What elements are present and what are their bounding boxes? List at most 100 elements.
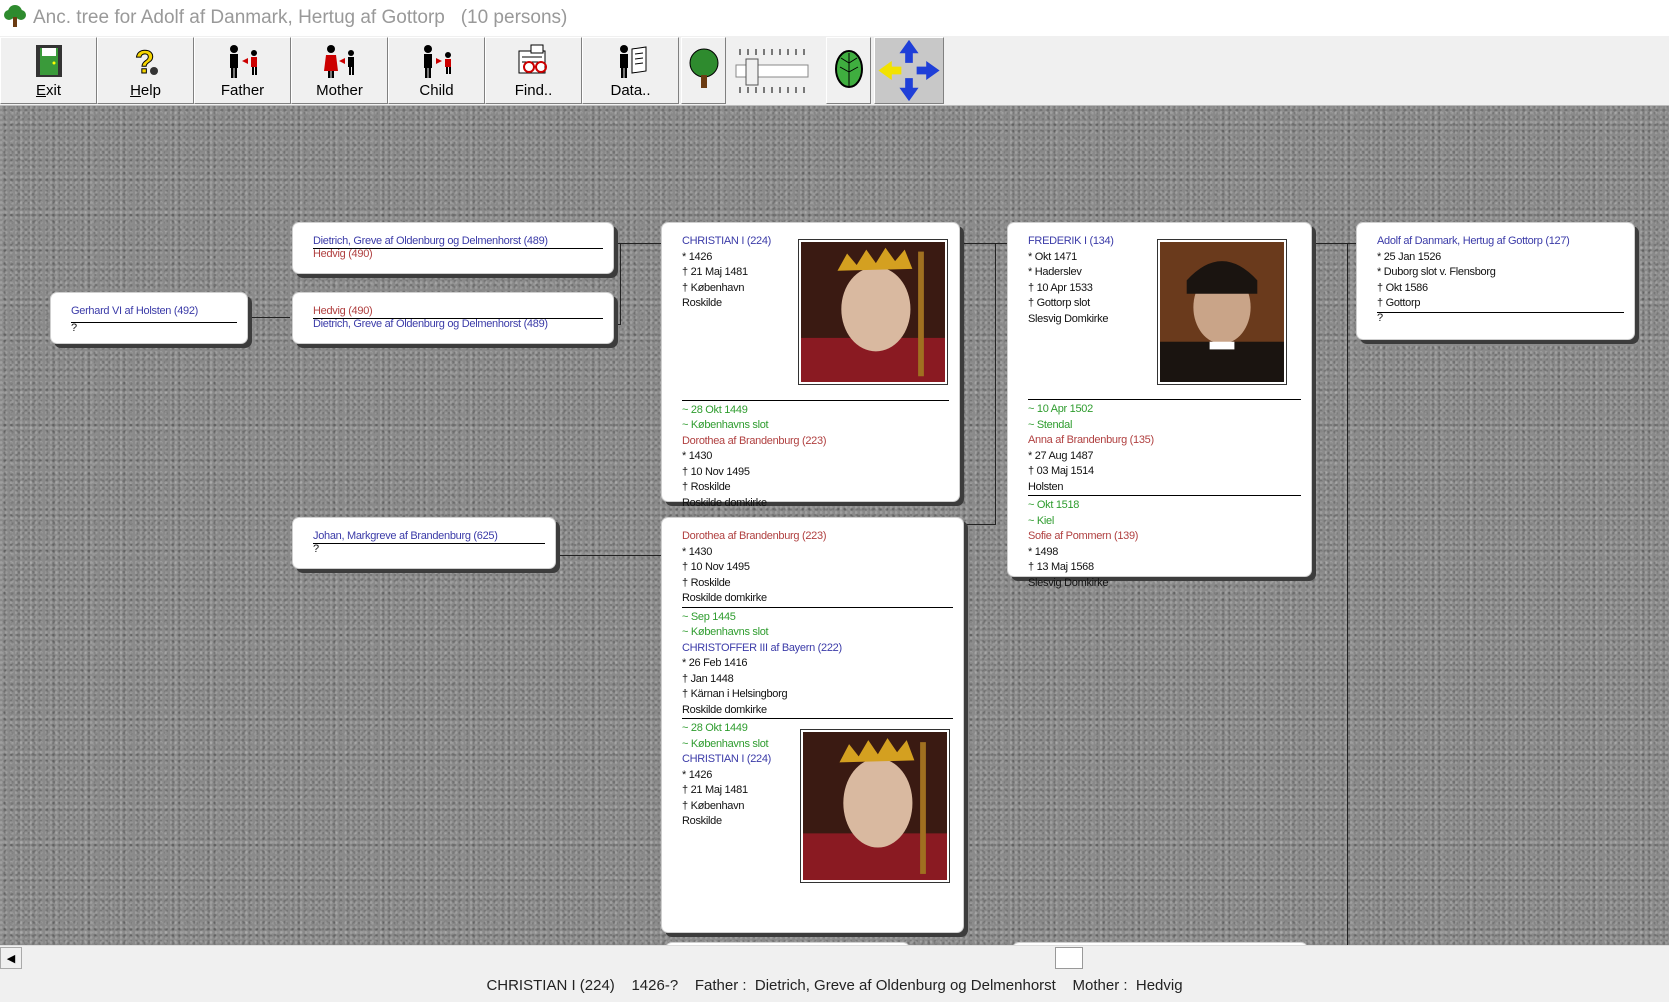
help-label: Help — [130, 82, 161, 99]
birth-date: * 25 Jan 1526 — [1377, 250, 1441, 263]
scroll-left-arrow-icon[interactable]: ◀ — [0, 947, 22, 969]
father-figures-icon — [229, 45, 257, 78]
person-card-christian[interactable]: CHRISTIAN I (224) * 1426 † 21 Maj 1481 †… — [661, 222, 960, 509]
title-bar: Anc. tree for Adolf af Danmark, Hertug a… — [0, 0, 1669, 36]
find-button[interactable]: Find.. — [485, 37, 582, 104]
spouse-death: † 03 Maj 1514 — [1028, 465, 1094, 477]
person-card-dietrich[interactable]: Dietrich, Greve af Oldenburg og Delmenho… — [292, 222, 614, 274]
father-button[interactable]: Father — [194, 37, 291, 104]
divider — [682, 399, 949, 401]
portrait-photo — [798, 239, 948, 385]
birth-place: * Duborg slot v. Flensborg — [1377, 266, 1496, 278]
person-card-frederik[interactable]: FREDERIK I (134) * Okt 1471 * Haderslev … — [1007, 222, 1312, 589]
find-label: Find.. — [514, 82, 553, 99]
burial-place: Roskilde domkirke — [682, 592, 767, 604]
ancestor-tree-canvas[interactable]: Gerhard VI af Holsten (492) ? Dietrich, … — [0, 106, 1669, 945]
scrollbar-thumb[interactable] — [1055, 947, 1083, 969]
child-label: Child — [419, 82, 454, 99]
child-button[interactable]: Child — [388, 37, 485, 104]
leaf-icon — [834, 50, 863, 88]
divider — [682, 606, 953, 608]
status-text: CHRISTIAN I (224) 1426-? Father : Dietri… — [486, 977, 1183, 994]
divider — [682, 718, 953, 719]
spouse-name[interactable]: Sofie af Pommern (139) — [1028, 529, 1311, 545]
marriage-place: ~ Københavns slot — [682, 626, 769, 638]
death-place: † Roskilde — [682, 576, 731, 589]
zoom-slider-icon — [735, 49, 809, 93]
spouse-name[interactable]: Dietrich, Greve af Oldenburg og Delmenho… — [313, 317, 613, 333]
connector-line — [612, 243, 662, 244]
exit-button[interactable]: Exit — [0, 37, 97, 104]
child-figures-icon — [423, 45, 451, 78]
exit-label: Exit — [35, 82, 61, 99]
connector-line — [995, 243, 996, 524]
mother-label: Mother — [316, 82, 363, 99]
navigate-arrows-button[interactable] — [874, 37, 944, 104]
marriage-date: ~ Okt 1518 — [1028, 499, 1080, 511]
spouse-birth: * 1430 — [682, 450, 713, 462]
tree-app-icon — [4, 5, 26, 27]
four-way-arrows-icon — [878, 39, 940, 102]
spouse-burial: Holsten — [1028, 480, 1064, 493]
death-place: † Gottorp — [1377, 297, 1421, 309]
connector-line — [1347, 243, 1348, 945]
death-date: † 10 Nov 1495 — [682, 561, 750, 573]
spouse-birth: * 27 Aug 1487 — [1028, 449, 1094, 462]
portrait-christian-image — [803, 732, 947, 880]
spouse-burial: Slesvig Domkirke — [1028, 576, 1109, 589]
data-label: Data.. — [610, 82, 651, 99]
leaf-button[interactable] — [826, 37, 871, 104]
person-card-johan[interactable]: Johan, Markgreve af Brandenburg (625) ? — [292, 517, 556, 569]
connector-line — [1310, 243, 1360, 244]
person-card-dorothea[interactable]: Dorothea af Brandenburg (223) * 1430 † 1… — [661, 517, 964, 933]
help-question-icon: ? — [134, 44, 158, 79]
portrait-photo — [800, 729, 950, 883]
data-button[interactable]: Data.. — [582, 37, 679, 104]
spouse-unknown: ? — [1377, 311, 1383, 324]
person-card-adolf[interactable]: Adolf af Danmark, Hertug af Gottorp (127… — [1356, 222, 1635, 340]
data-notebook-icon — [619, 45, 646, 78]
horizontal-scrollbar[interactable]: ◀ — [0, 945, 1669, 969]
marriage-date: ~ Sep 1445 — [682, 610, 736, 623]
marriage-place: ~ Stendal — [1028, 418, 1073, 431]
portrait-christian-image — [801, 242, 945, 382]
mother-figures-icon — [323, 45, 354, 78]
spouse-death: † 13 Maj 1568 — [1028, 561, 1094, 573]
exit-door-icon — [35, 45, 62, 77]
marriage-place: ~ Kiel — [1028, 514, 1055, 527]
person-name[interactable]: Gerhard VI af Holsten (492) — [71, 304, 247, 320]
spouse-birth: * 26 Feb 1416 — [682, 657, 748, 669]
death-date: † Okt 1586 — [1377, 281, 1428, 294]
mother-button[interactable]: Mother — [291, 37, 388, 104]
spouse-unknown: ? — [71, 321, 77, 334]
person-name[interactable]: Dorothea af Brandenburg (223) — [682, 529, 963, 545]
zoom-slider[interactable] — [729, 37, 819, 104]
birth-date: * 1430 — [682, 545, 713, 558]
help-button[interactable]: ? Help — [97, 37, 194, 104]
window-title: Anc. tree for Adolf af Danmark, Hertug a… — [33, 7, 568, 28]
spouse-name[interactable]: Dorothea af Brandenburg (223) — [682, 434, 959, 450]
marriage-date: ~ 10 Apr 1502 — [1028, 403, 1093, 415]
connector-line — [248, 317, 290, 318]
spouse-death: † Jan 1448 — [682, 672, 734, 685]
marriage-place: ~ Københavns slot — [682, 419, 769, 431]
connector-line — [958, 243, 1008, 244]
tree-view-button[interactable] — [681, 37, 726, 104]
connector-line — [550, 555, 662, 556]
spouse-birth: * 1498 — [1028, 545, 1059, 558]
spouse-name[interactable]: Anna af Brandenburg (135) — [1028, 433, 1311, 449]
portrait-frederik-image — [1160, 242, 1284, 382]
status-bar: CHRISTIAN I (224) 1426-? Father : Dietri… — [0, 969, 1669, 1002]
person-card-hedvig[interactable]: Hedvig (490) Dietrich, Greve af Oldenbur… — [292, 292, 614, 344]
person-card-gerhard[interactable]: Gerhard VI af Holsten (492) ? — [50, 292, 248, 344]
tree-icon — [689, 48, 718, 88]
spouse-burial: Roskilde domkirke — [682, 496, 767, 509]
spouse-name[interactable]: CHRISTOFFER III af Bayern (222) — [682, 641, 963, 657]
spouse-burial: Roskilde domkirke — [682, 703, 767, 716]
father-label: Father — [220, 82, 265, 99]
person-name[interactable]: Adolf af Danmark, Hertug af Gottorp (127… — [1377, 234, 1634, 250]
portrait-photo — [1157, 239, 1287, 385]
divider — [1028, 399, 1301, 400]
spouse-death: † 10 Nov 1495 — [682, 465, 750, 478]
spouse-death-place: † Roskilde — [682, 481, 731, 493]
